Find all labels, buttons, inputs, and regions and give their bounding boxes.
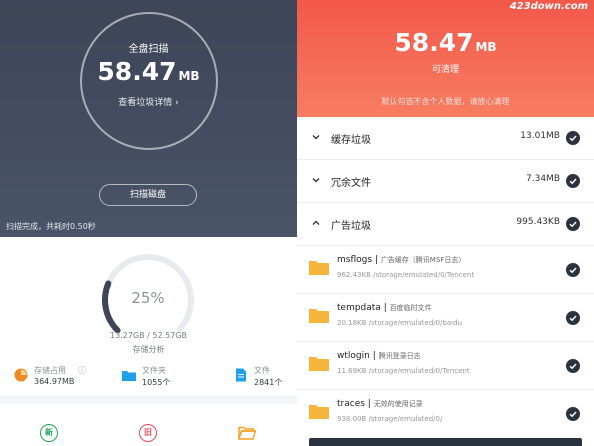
category-size: 7.34MB — [526, 174, 560, 184]
list-item[interactable]: wtlogin | 腾讯登录日志 11.69KB /storage/emulat… — [297, 342, 594, 390]
storage-analysis-label: 存储分析 — [132, 345, 165, 354]
folder-icon — [309, 405, 329, 419]
item-desc: 无效的使用记录 — [373, 400, 423, 408]
scan-size: 58.47 MB — [0, 57, 297, 86]
item-meta: 938.00B /storage/emulated/0/ — [337, 415, 442, 423]
category-name: 缓存垃圾 — [331, 135, 371, 146]
item-path: /storage/emulated/0/baidu — [368, 319, 462, 327]
item-name: tempdata — [337, 303, 381, 313]
disk-scan-screen: 全盘扫描 58.47 MB 查看垃圾详情 › 扫描磁盘 扫描完成，共耗时0.50秒… — [0, 0, 297, 446]
folder-icon — [309, 357, 329, 371]
cleanable-size-unit: MB — [475, 40, 497, 54]
checkbox-checked[interactable] — [566, 174, 580, 188]
item-title: tempdata | 百度临时文件 — [337, 303, 432, 313]
category-row-cache[interactable]: 缓存垃圾 13.01MB — [297, 117, 594, 160]
item-name: msflogs — [337, 255, 373, 265]
item-title: msflogs | 广告缓存（腾讯MSF日志） — [337, 255, 466, 265]
category-size: 995.43KB — [516, 217, 560, 227]
category-name: 广告垃圾 — [331, 221, 371, 232]
clean-result-screen: 423down.com 58.47 MB 可清理 默认勾选不含个人数据，请放心清理… — [297, 0, 594, 446]
item-desc: 广告缓存（腾讯MSF日志） — [380, 256, 466, 264]
item-meta: 11.69KB /storage/emulated/0/Tencent — [337, 367, 470, 375]
category-row-ads[interactable]: 广告垃圾 995.43KB — [297, 203, 594, 246]
category-name: 冗余文件 — [331, 178, 371, 189]
new-icon[interactable]: 新 — [40, 424, 58, 442]
scan-header: 全盘扫描 58.47 MB 查看垃圾详情 › 扫描磁盘 扫描完成，共耗时0.50秒 — [0, 0, 297, 237]
storage-pie-icon — [14, 368, 28, 382]
bottom-nav: 新 旧 — [0, 404, 297, 446]
chevron-up-icon[interactable] — [311, 218, 321, 228]
old-icon[interactable]: 旧 — [139, 424, 157, 442]
stat-label: 文件夹 — [142, 366, 166, 375]
storage-size: 13.27GB / 52.57GB — [110, 331, 187, 340]
item-meta: 20.18KB /storage/emulated/0/baidu — [337, 319, 462, 327]
item-name: wtlogin — [337, 351, 370, 361]
storage-percent: 25% — [131, 289, 165, 307]
chevron-down-icon[interactable] — [311, 132, 321, 142]
item-size: 962.43KB — [337, 271, 371, 279]
clean-button[interactable] — [309, 438, 582, 446]
document-icon — [236, 368, 246, 382]
stat-value: 1055个 — [142, 378, 171, 387]
item-path: /storage/emulated/0/Tencent — [373, 271, 475, 279]
scan-status-text: 扫描完成，共耗时0.50秒 — [6, 222, 96, 231]
privacy-note: 默认勾选不含个人数据，请放心清理 — [381, 97, 510, 106]
item-desc: 百度临时文件 — [389, 304, 432, 312]
category-size: 13.01MB — [520, 131, 560, 141]
clean-header: 423down.com 58.47 MB 可清理 默认勾选不含个人数据，请放心清理 — [297, 0, 594, 117]
item-name: traces — [337, 399, 365, 409]
item-size: 20.18KB — [337, 319, 367, 327]
item-meta: 962.43KB /storage/emulated/0/Tencent — [337, 271, 474, 279]
cleanable-size-value: 58.47 — [394, 28, 474, 57]
stat-label: 文件 — [254, 366, 270, 375]
folder-icon — [122, 371, 136, 381]
item-title: traces | 无效的使用记录 — [337, 399, 423, 409]
list-item[interactable]: tempdata | 百度临时文件 20.18KB /storage/emula… — [297, 294, 594, 342]
cleanable-size: 58.47 MB — [297, 28, 594, 57]
chevron-down-icon[interactable] — [311, 175, 321, 185]
screenshot-root: 全盘扫描 58.47 MB 查看垃圾详情 › 扫描磁盘 扫描完成，共耗时0.50秒… — [0, 0, 594, 446]
checkbox-checked[interactable] — [566, 217, 580, 231]
checkbox-checked[interactable] — [566, 311, 580, 325]
checkbox-checked[interactable] — [566, 263, 580, 277]
scan-title: 全盘扫描 — [128, 44, 169, 55]
folder-icon — [309, 261, 329, 275]
item-size: 11.69KB — [337, 367, 367, 375]
folder-open-icon[interactable] — [238, 426, 256, 440]
stat-value: 2841个 — [254, 378, 283, 387]
list-item[interactable]: msflogs | 广告缓存（腾讯MSF日志） 962.43KB /storag… — [297, 246, 594, 294]
item-desc: 腾讯登录日志 — [378, 352, 421, 360]
scan-size-unit: MB — [178, 69, 200, 83]
scan-disk-button[interactable]: 扫描磁盘 — [99, 184, 197, 206]
checkbox-checked[interactable] — [566, 407, 580, 421]
folder-icon — [309, 309, 329, 323]
cleanable-label: 可清理 — [431, 65, 459, 75]
category-row-redundant[interactable]: 冗余文件 7.34MB — [297, 160, 594, 203]
item-path: /storage/emulated/0/Tencent — [368, 367, 470, 375]
watermark: 423down.com — [509, 1, 588, 12]
scan-size-value: 58.47 — [97, 57, 177, 86]
checkbox-checked[interactable] — [566, 131, 580, 145]
item-title: wtlogin | 腾讯登录日志 — [337, 351, 421, 361]
stat-value: 364.97MB — [34, 377, 75, 386]
stat-label: 存储占用 — [34, 366, 66, 375]
help-icon: ⓘ — [78, 366, 86, 375]
view-junk-details-link[interactable]: 查看垃圾详情 › — [0, 95, 297, 108]
item-size: 938.00B — [337, 415, 367, 423]
item-path: /storage/emulated/0/ — [368, 415, 443, 423]
list-item[interactable]: traces | 无效的使用记录 938.00B /storage/emulat… — [297, 390, 594, 438]
checkbox-checked[interactable] — [566, 359, 580, 373]
storage-analysis-card[interactable]: 25% 13.27GB / 52.57GB 存储分析 存储占用 ⓘ 364.97M… — [0, 237, 297, 395]
